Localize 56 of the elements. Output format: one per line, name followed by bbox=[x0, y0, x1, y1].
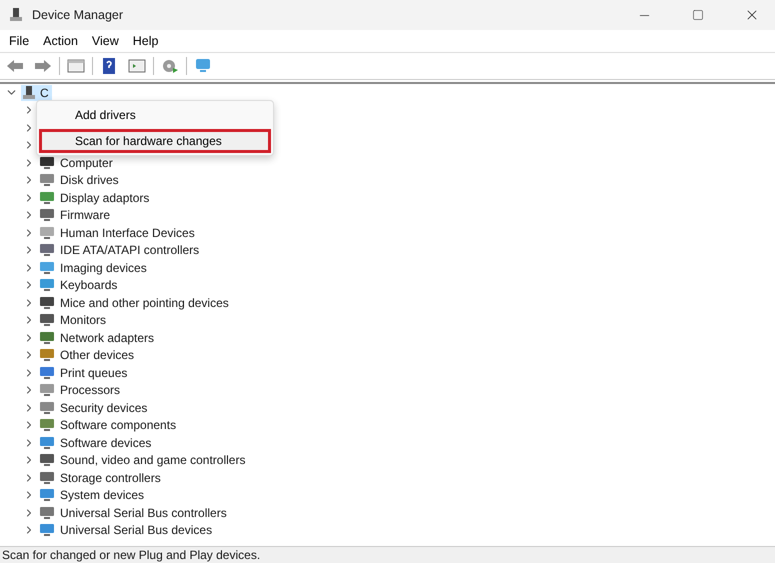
device-icon bbox=[39, 452, 55, 468]
tree-item[interactable]: Firmware bbox=[58, 208, 112, 222]
tree-item[interactable]: Security devices bbox=[58, 400, 150, 415]
tree-item[interactable]: Keyboards bbox=[58, 278, 120, 292]
device-icon bbox=[39, 277, 55, 294]
menu-item[interactable]: Add drivers bbox=[39, 103, 271, 127]
device-icon bbox=[39, 382, 55, 398]
tree-item[interactable]: Network adapters bbox=[58, 330, 156, 345]
device-icon bbox=[39, 504, 55, 521]
device-icon bbox=[39, 190, 55, 206]
device-icon bbox=[39, 242, 55, 258]
tree-item[interactable]: Software devices bbox=[58, 436, 154, 450]
device-icon bbox=[39, 347, 55, 364]
tree-item[interactable]: Human Interface Devices bbox=[58, 226, 197, 240]
device-icon bbox=[39, 224, 55, 241]
device-icon bbox=[39, 364, 55, 381]
device-icon bbox=[39, 172, 55, 188]
menu-item[interactable]: Scan for hardware changes bbox=[39, 129, 271, 153]
device-icon bbox=[39, 522, 55, 538]
tree-item[interactable]: Universal Serial Bus controllers bbox=[58, 506, 229, 520]
tree-item[interactable]: Imaging devices bbox=[58, 260, 149, 275]
device-icon bbox=[39, 294, 55, 311]
status-text: Scan for changed or new Plug and Play devices. bbox=[0, 546, 775, 563]
tree-item[interactable]: Computer bbox=[58, 156, 115, 170]
device-icon bbox=[39, 260, 55, 276]
tree-item[interactable]: Display adaptors bbox=[58, 190, 152, 205]
computer-icon bbox=[21, 84, 37, 101]
tree-item[interactable]: Sound, video and game controllers bbox=[58, 453, 248, 468]
device-icon bbox=[39, 434, 55, 451]
tree-item[interactable]: Storage controllers bbox=[58, 470, 163, 485]
maximize-icon[interactable] bbox=[692, 9, 704, 21]
menu-item[interactable]: File bbox=[2, 30, 36, 52]
device-icon bbox=[39, 470, 55, 486]
device-icon bbox=[39, 400, 55, 416]
tree-item[interactable]: IDE ATA/ATAPI controllers bbox=[58, 243, 202, 258]
tree-node[interactable]: C bbox=[21, 84, 52, 101]
menu-item[interactable]: Help bbox=[126, 30, 166, 52]
tree-item[interactable]: Other devices bbox=[58, 348, 136, 362]
window-title: Device Manager bbox=[32, 8, 124, 22]
tree-item[interactable]: System devices bbox=[58, 488, 146, 502]
computer-icon bbox=[8, 7, 24, 23]
tree-item[interactable]: Universal Serial Bus devices bbox=[58, 523, 214, 538]
device-icon bbox=[39, 154, 55, 171]
device-icon bbox=[39, 487, 55, 504]
device-icon bbox=[39, 207, 55, 224]
device-icon bbox=[39, 312, 55, 328]
tree-item[interactable]: Print queues bbox=[58, 366, 130, 380]
menu-item[interactable]: Action bbox=[36, 30, 85, 52]
tree-item[interactable]: Software components bbox=[58, 418, 178, 432]
menu-item[interactable]: View bbox=[84, 30, 126, 52]
tree-item[interactable]: Processors bbox=[58, 383, 122, 398]
device-icon bbox=[39, 330, 55, 346]
tree-item[interactable]: Monitors bbox=[58, 313, 108, 328]
tree-item[interactable]: Disk drives bbox=[58, 173, 121, 188]
tree-item[interactable]: Mice and other pointing devices bbox=[58, 296, 231, 310]
device-icon bbox=[39, 417, 55, 434]
